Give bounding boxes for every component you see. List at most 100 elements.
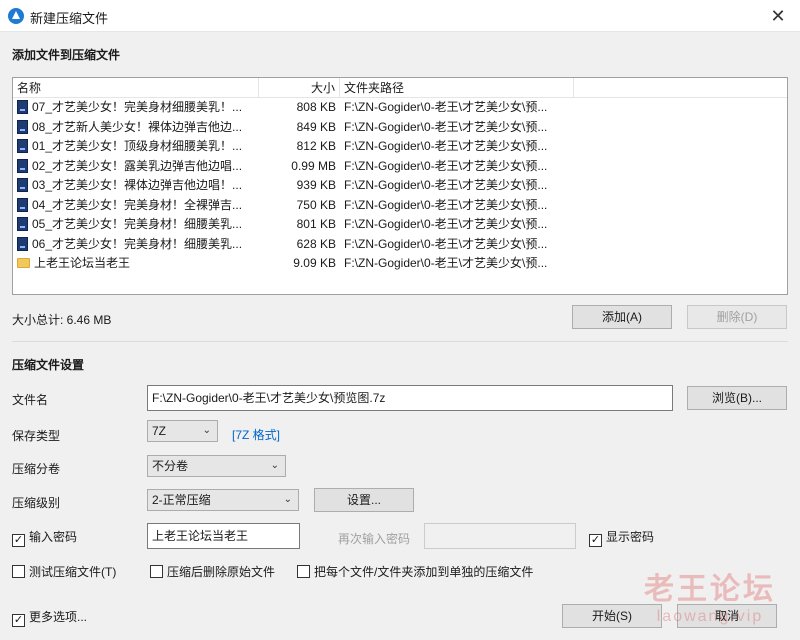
file-name-cell: 06_才艺美少女！完美身材！细腰美乳... [17, 235, 257, 255]
cancel-button[interactable]: 取消 [677, 604, 777, 628]
test-archive-check-box [12, 565, 25, 578]
file-name: 08_才艺新人美少女！裸体边弹吉他边... [32, 119, 243, 134]
file-name-cell: 07_才艺美少女！完美身材细腰美乳！... [17, 98, 257, 118]
test-archive-checkbox[interactable]: 测试压缩文件(T) [12, 564, 116, 580]
filename-label: 文件名 [12, 393, 49, 407]
file-path-cell: F:\ZN-Gogider\0-老王\才艺美少女\预... [344, 119, 548, 134]
file-path-cell: F:\ZN-Gogider\0-老王\才艺美少女\预... [344, 100, 548, 114]
table-row[interactable]: 02_才艺美少女！露美乳边弹吉他边唱... 0.99 MB F:\ZN-Gogide… [13, 157, 787, 177]
file-path-cell: F:\ZN-Gogider\0-老王\才艺美少女\预... [344, 236, 548, 251]
file-path-cell: F:\ZN-Gogider\0-老王\才艺美少女\预... [344, 217, 548, 231]
file-size-cell: 0.99 MB [291, 158, 336, 173]
title-bar: 新建压缩文件 ✕ [0, 0, 800, 32]
image-file-icon [17, 119, 28, 134]
file-name-cell: 02_才艺美少女！露美乳边弹吉他边唱... [17, 157, 257, 177]
show-password-checkbox[interactable]: ✓ 显示密码 [589, 529, 654, 547]
settings-button[interactable]: 设置... [314, 488, 414, 512]
app-icon [8, 8, 24, 24]
table-row[interactable]: 03_才艺美少女！裸体边弹吉他边唱！... 939 KB F:\ZN-Gogider… [13, 176, 787, 196]
column-header-size[interactable]: 大小 [259, 78, 340, 98]
file-name-cell: 08_才艺新人美少女！裸体边弹吉他边... [17, 118, 257, 138]
close-button[interactable]: ✕ [756, 0, 800, 32]
settings-section-title: 压缩文件设置 [12, 358, 85, 372]
password-checkbox[interactable]: ✓ 输入密码 [12, 529, 78, 547]
filename-field[interactable]: F:\ZN-Gogider\0-老王\才艺美少女\预览图.7z [147, 385, 673, 411]
delete-after-checkbox[interactable]: 压缩后删除原始文件 [150, 564, 275, 580]
file-path-cell: F:\ZN-Gogider\0-老王\才艺美少女\预... [344, 178, 548, 192]
file-size-cell: 808 KB [296, 100, 336, 114]
password-check-box: ✓ [12, 534, 25, 547]
file-size-cell: 801 KB [296, 217, 336, 231]
start-button[interactable]: 开始(S) [562, 604, 662, 628]
password-check-label: 输入密码 [29, 530, 78, 544]
column-header-name[interactable]: 名称 [13, 78, 259, 98]
image-file-icon [17, 217, 28, 231]
reenter-password-field[interactable] [424, 523, 576, 549]
file-name: 07_才艺美少女！完美身材细腰美乳！... [32, 100, 243, 114]
test-archive-label: 测试压缩文件(T) [29, 565, 117, 579]
file-path-cell: F:\ZN-Gogider\0-老王\才艺美少女\预... [344, 256, 548, 270]
file-name: 上老王论坛当老王 [34, 256, 131, 270]
split-value: 不分卷 [152, 459, 189, 473]
image-file-icon [17, 139, 28, 153]
reenter-password-label: 再次输入密码 [338, 532, 411, 546]
file-name-cell: 05_才艺美少女！完美身材！细腰美乳... [17, 215, 257, 235]
file-path-cell: F:\ZN-Gogider\0-老王\才艺美少女\预... [344, 197, 548, 212]
file-size-cell: 812 KB [296, 139, 336, 153]
image-file-icon [17, 178, 28, 192]
level-select[interactable]: 2-正常压缩 ⌄ [147, 489, 299, 511]
file-name: 02_才艺美少女！露美乳边弹吉他边唱... [32, 158, 243, 173]
window-title: 新建压缩文件 [30, 11, 109, 26]
file-list[interactable]: 名称 大小 文件夹路径 07_才艺美少女！完美身材细腰美乳！... 808 KB F… [12, 77, 788, 295]
image-file-icon [17, 100, 28, 114]
more-options-check-box: ✓ [12, 614, 25, 627]
separate-archives-check-box [297, 565, 310, 578]
browse-button[interactable]: 浏览(B)... [687, 386, 787, 410]
file-name: 05_才艺美少女！完美身材！细腰美乳... [32, 217, 243, 231]
table-row[interactable]: 07_才艺美少女！完美身材细腰美乳！... 808 KB F:\ZN-Gogider… [13, 98, 787, 118]
file-name-cell: 04_才艺美少女！完美身材！全裸弹吉... [17, 196, 257, 216]
file-path-cell: F:\ZN-Gogider\0-老王\才艺美少女\预... [344, 139, 548, 153]
add-section-title: 添加文件到压缩文件 [12, 48, 121, 62]
file-size-cell: 939 KB [296, 178, 336, 192]
show-password-check-box: ✓ [589, 534, 602, 547]
image-file-icon [17, 197, 28, 212]
split-select[interactable]: 不分卷 ⌄ [147, 455, 286, 477]
level-value: 2-正常压缩 [152, 493, 211, 507]
table-row[interactable]: 01_才艺美少女！顶级身材细腰美乳！... 812 KB F:\ZN-Gogider… [13, 137, 787, 157]
table-row[interactable]: 04_才艺美少女！完美身材！全裸弹吉... 750 KB F:\ZN-Gogider… [13, 196, 787, 216]
file-name-cell: 上老王论坛当老王 [17, 254, 257, 274]
table-row[interactable]: 上老王论坛当老王 9.09 KB F:\ZN-Gogider\0-老王\才艺美少女\… [13, 254, 787, 274]
split-label: 压缩分卷 [12, 462, 61, 476]
more-options-label: 更多选项... [29, 610, 88, 624]
folder-icon [17, 258, 30, 268]
chevron-down-icon: ⌄ [283, 494, 292, 505]
password-field[interactable]: 上老王论坛当老王 [147, 523, 300, 549]
add-button[interactable]: 添加(A) [572, 305, 672, 329]
section-divider [12, 341, 788, 342]
file-size-cell: 628 KB [296, 236, 336, 251]
file-name-cell: 03_才艺美少女！裸体边弹吉他边唱！... [17, 176, 257, 196]
table-row[interactable]: 08_才艺新人美少女！裸体边弹吉他边... 849 KB F:\ZN-Gogider… [13, 118, 787, 138]
more-options-checkbox[interactable]: ✓ 更多选项... [12, 609, 88, 627]
chevron-down-icon: ⌄ [270, 460, 279, 471]
file-name: 01_才艺美少女！顶级身材细腰美乳！... [32, 139, 243, 153]
save-type-value: 7Z [152, 424, 167, 438]
table-row[interactable]: 06_才艺美少女！完美身材！细腰美乳... 628 KB F:\ZN-Gogider… [13, 235, 787, 255]
file-name: 03_才艺美少女！裸体边弹吉他边唱！... [32, 178, 243, 192]
file-name: 06_才艺美少女！完美身材！细腰美乳... [32, 236, 243, 251]
delete-after-label: 压缩后删除原始文件 [167, 565, 276, 579]
save-type-label: 保存类型 [12, 429, 61, 443]
chevron-down-icon: ⌄ [202, 425, 211, 436]
level-label: 压缩级别 [12, 496, 61, 510]
delete-after-check-box [150, 565, 163, 578]
separate-archives-checkbox[interactable]: 把每个文件/文件夹添加到单独的压缩文件 [297, 564, 533, 580]
file-size-cell: 750 KB [296, 197, 336, 212]
save-type-select[interactable]: 7Z ⌄ [147, 420, 218, 442]
table-row[interactable]: 05_才艺美少女！完美身材！细腰美乳... 801 KB F:\ZN-Gogider… [13, 215, 787, 235]
separate-archives-label: 把每个文件/文件夹添加到单独的压缩文件 [314, 565, 534, 579]
delete-button[interactable]: 删除(D) [687, 305, 787, 329]
column-header-path[interactable]: 文件夹路径 [340, 78, 574, 98]
format-link[interactable]: [7Z 格式] [232, 426, 280, 443]
file-size-cell: 9.09 KB [293, 256, 336, 270]
